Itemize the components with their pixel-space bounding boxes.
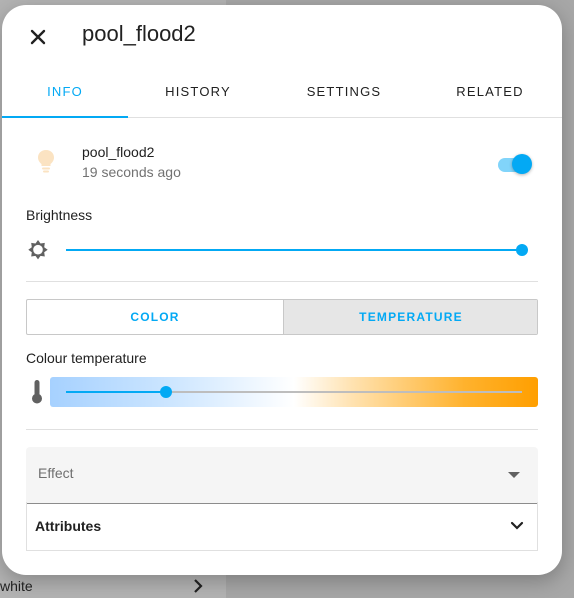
toggle-knob xyxy=(512,154,532,174)
lightbulb-icon xyxy=(38,150,54,173)
attributes-label: Attributes xyxy=(35,518,102,534)
colour-temperature-label: Colour temperature xyxy=(26,350,147,366)
color-mode-temperature-button[interactable]: TEMPERATURE xyxy=(283,300,537,334)
chevron-right-icon xyxy=(194,579,203,593)
color-mode-toggle: COLOR TEMPERATURE xyxy=(26,299,538,335)
background-list-item[interactable]: white xyxy=(0,574,226,598)
brightness-track xyxy=(66,249,522,251)
brightness-label: Brightness xyxy=(26,207,93,223)
brightness-icon xyxy=(28,240,48,260)
thermometer-icon xyxy=(32,380,42,404)
more-info-dialog: pool_flood2 INFO HISTORY SETTINGS RELATE… xyxy=(2,5,562,575)
dialog-title: pool_flood2 xyxy=(82,21,196,46)
brightness-thumb[interactable] xyxy=(516,244,528,256)
close-icon[interactable] xyxy=(24,23,52,51)
tab-info[interactable]: INFO xyxy=(2,69,128,117)
entity-last-changed: 19 seconds ago xyxy=(82,164,181,180)
tab-settings[interactable]: SETTINGS xyxy=(274,69,414,117)
effect-select[interactable]: Effect xyxy=(26,447,538,504)
tab-indicator xyxy=(2,116,128,118)
divider xyxy=(26,281,538,282)
chevron-down-icon xyxy=(510,521,524,530)
colour-temperature-slider[interactable] xyxy=(50,377,538,407)
entity-name: pool_flood2 xyxy=(82,144,155,160)
tab-related[interactable]: RELATED xyxy=(420,69,560,117)
entity-toggle[interactable] xyxy=(496,152,534,174)
background-list-item-label: white xyxy=(0,578,33,594)
temperature-thumb[interactable] xyxy=(160,386,172,398)
temperature-track xyxy=(166,391,522,393)
temperature-track-active xyxy=(66,391,166,393)
dialog-header: pool_flood2 xyxy=(2,5,562,69)
caret-down-icon xyxy=(508,472,520,478)
color-mode-color-button[interactable]: COLOR xyxy=(27,300,283,334)
entity-row: pool_flood2 19 seconds ago xyxy=(2,135,562,195)
divider xyxy=(26,429,538,430)
tab-history[interactable]: HISTORY xyxy=(128,69,268,117)
effect-label: Effect xyxy=(38,465,74,481)
brightness-slider[interactable] xyxy=(26,237,538,263)
attributes-expander[interactable]: Attributes xyxy=(26,502,538,551)
tab-bar: INFO HISTORY SETTINGS RELATED xyxy=(2,69,562,118)
